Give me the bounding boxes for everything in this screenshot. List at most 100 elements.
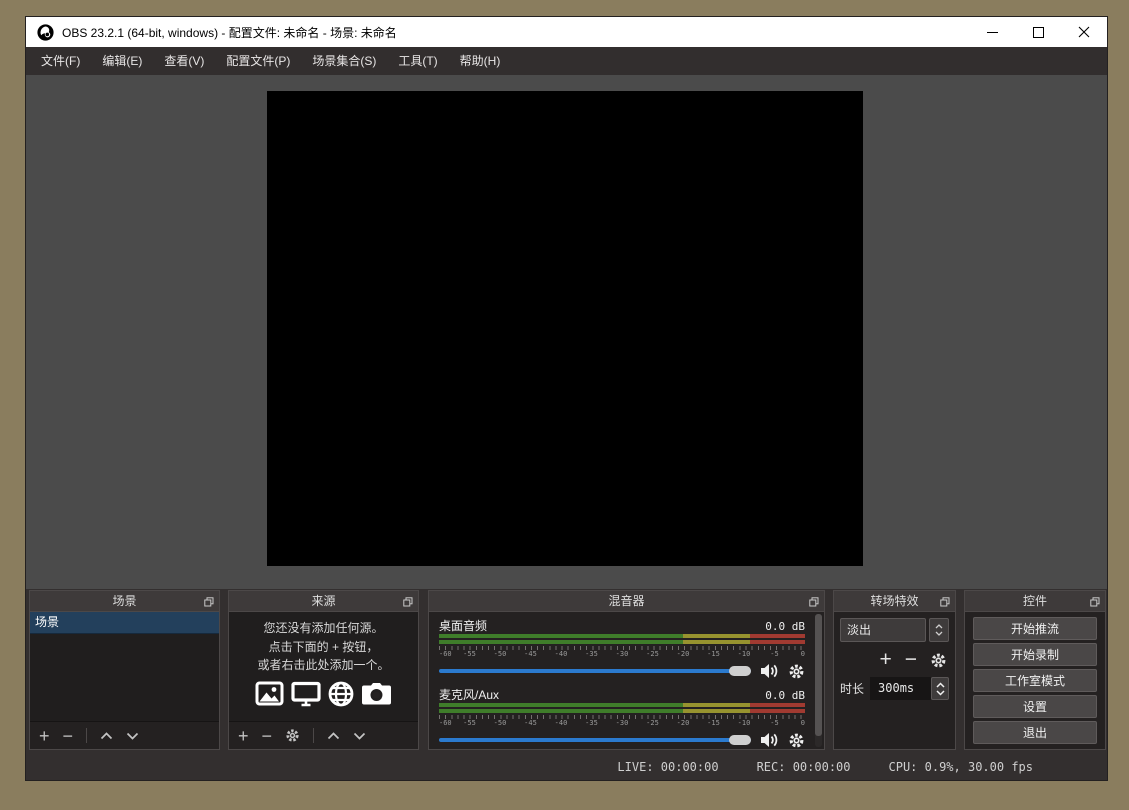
exit-button[interactable]: 退出 — [973, 721, 1097, 744]
mixer-scrollbar[interactable] — [815, 614, 822, 747]
move-source-down-button[interactable] — [353, 732, 366, 740]
sources-dock-title: 来源 — [311, 594, 335, 608]
menu-item-file[interactable]: 文件(F) — [30, 47, 91, 75]
mixer-dock-body: 桌面音频 0.0 dB -60-55-50-45-40-35-30-25-20-… — [428, 612, 825, 750]
menubar: 文件(F) 编辑(E) 查看(V) 配置文件(P) 场景集合(S) 工具(T) … — [26, 47, 1107, 75]
meter-scale-label: -35 — [585, 650, 598, 658]
channel-level-db: 0.0 dB — [765, 689, 805, 702]
meter-scale-label: -30 — [616, 719, 629, 727]
move-source-up-button[interactable] — [327, 732, 340, 740]
channel-level-db: 0.0 dB — [765, 620, 805, 633]
menu-item-profile[interactable]: 配置文件(P) — [215, 47, 301, 75]
sources-empty-line: 或者右击此处添加一个。 — [229, 656, 418, 675]
audio-level-meter — [439, 709, 805, 713]
meter-scale-label: -25 — [646, 719, 659, 727]
controls-dock-body: 开始推流 开始录制 工作室模式 设置 退出 — [964, 612, 1106, 750]
transition-properties-gear-icon[interactable] — [930, 652, 947, 669]
sources-empty-line: 您还没有添加任何源。 — [229, 619, 418, 638]
display-source-icon — [291, 681, 321, 707]
scenes-dock-header[interactable]: 场景 — [29, 590, 220, 612]
channel-settings-gear-icon[interactable] — [788, 663, 805, 680]
meter-scale-label: -25 — [646, 650, 659, 658]
popout-icon[interactable] — [403, 597, 413, 607]
move-scene-down-button[interactable] — [126, 732, 139, 740]
controls-dock-header[interactable]: 控件 — [964, 590, 1106, 612]
popout-icon[interactable] — [1090, 597, 1100, 607]
popout-icon[interactable] — [204, 597, 214, 607]
cpu-fps: CPU: 0.9%, 30.00 fps — [889, 760, 1034, 774]
channel-name: 麦克风/Aux — [439, 686, 499, 703]
settings-button[interactable]: 设置 — [973, 695, 1097, 718]
transitions-dock: 转场特效 淡出 + − — [833, 590, 956, 750]
transitions-dock-header[interactable]: 转场特效 — [833, 590, 956, 612]
start-streaming-button[interactable]: 开始推流 — [973, 617, 1097, 640]
transition-select[interactable]: 淡出 — [840, 618, 949, 642]
meter-scale-label: -30 — [616, 650, 629, 658]
speaker-icon[interactable] — [760, 732, 779, 748]
preview-area[interactable] — [26, 75, 1107, 589]
scene-list[interactable]: 场景 — [30, 612, 219, 722]
source-properties-gear-icon[interactable] — [285, 728, 300, 743]
mixer-channel-desktop-audio: 桌面音频 0.0 dB -60-55-50-45-40-35-30-25-20-… — [439, 617, 805, 681]
speaker-icon[interactable] — [760, 663, 779, 679]
volume-slider-track — [439, 738, 751, 742]
duration-spin-arrows[interactable] — [931, 677, 949, 700]
channel-settings-gear-icon[interactable] — [788, 732, 805, 749]
popout-icon[interactable] — [809, 597, 819, 607]
add-source-button[interactable]: + — [238, 727, 249, 745]
meter-scale-label: 0 — [801, 650, 805, 658]
remove-source-button[interactable]: − — [262, 727, 273, 745]
menu-item-edit[interactable]: 编辑(E) — [91, 47, 153, 75]
desktop: { "window": { "title": "OBS 23.2.1 (64-b… — [0, 0, 1129, 810]
move-scene-up-button[interactable] — [100, 732, 113, 740]
scenes-dock-body: 场景 + − — [29, 612, 220, 750]
scenes-dock-title: 场景 — [112, 594, 136, 608]
scenes-dock: 场景 场景 + − — [29, 590, 220, 750]
remove-transition-button[interactable]: − — [905, 651, 917, 669]
transitions-dock-body: 淡出 + − 时长 300ms — [833, 612, 956, 750]
menu-item-scene-collection[interactable]: 场景集合(S) — [301, 47, 387, 75]
add-transition-button[interactable]: + — [879, 651, 891, 669]
volume-slider-handle[interactable] — [729, 666, 751, 676]
start-recording-button[interactable]: 开始录制 — [973, 643, 1097, 666]
remove-scene-button[interactable]: − — [63, 727, 74, 745]
add-scene-button[interactable]: + — [39, 727, 50, 745]
transition-selected-value[interactable]: 淡出 — [840, 618, 926, 642]
dock-area: 场景 场景 + − — [26, 589, 1107, 751]
meter-scale-label: -10 — [738, 650, 751, 658]
duration-spinbox[interactable]: 300ms — [870, 677, 949, 700]
mixer-dock-header[interactable]: 混音器 — [428, 590, 825, 612]
volume-slider[interactable] — [439, 731, 751, 749]
audio-level-meter — [439, 703, 805, 707]
volume-slider-handle[interactable] — [729, 735, 751, 745]
mixer-scrollbar-thumb[interactable] — [815, 614, 822, 736]
close-button[interactable] — [1061, 17, 1107, 47]
sources-dock-header[interactable]: 来源 — [228, 590, 419, 612]
duration-value[interactable]: 300ms — [870, 677, 931, 700]
volume-slider[interactable] — [439, 662, 751, 680]
duration-label: 时长 — [840, 680, 864, 697]
preview-canvas[interactable] — [267, 91, 863, 566]
minimize-button[interactable] — [969, 17, 1015, 47]
menu-item-help[interactable]: 帮助(H) — [449, 47, 512, 75]
window-controls — [969, 17, 1107, 47]
transition-select-arrows[interactable] — [929, 618, 949, 642]
meter-scale-label: -15 — [707, 719, 720, 727]
scene-list-item[interactable]: 场景 — [30, 612, 219, 634]
sources-dock-body[interactable]: 您还没有添加任何源。 点击下面的 + 按钮， 或者右击此处添加一个。 — [228, 612, 419, 750]
sources-dock: 来源 您还没有添加任何源。 点击下面的 + 按钮， 或者右击此处添加一个。 — [228, 590, 419, 750]
audio-level-meter — [439, 634, 805, 638]
source-type-icons — [229, 681, 418, 707]
meter-scale-label: -60 — [439, 719, 452, 727]
meter-scale-label: -20 — [677, 650, 690, 658]
camera-source-icon — [361, 682, 392, 706]
meter-scale-label: 0 — [801, 719, 805, 727]
menu-item-view[interactable]: 查看(V) — [153, 47, 215, 75]
maximize-button[interactable] — [1015, 17, 1061, 47]
live-time: LIVE: 00:00:00 — [617, 760, 718, 774]
popout-icon[interactable] — [940, 597, 950, 607]
menu-item-tools[interactable]: 工具(T) — [387, 47, 448, 75]
source-list-empty[interactable]: 您还没有添加任何源。 点击下面的 + 按钮， 或者右击此处添加一个。 — [229, 612, 418, 722]
studio-mode-button[interactable]: 工作室模式 — [973, 669, 1097, 692]
titlebar[interactable]: OBS 23.2.1 (64-bit, windows) - 配置文件: 未命名… — [26, 17, 1107, 47]
